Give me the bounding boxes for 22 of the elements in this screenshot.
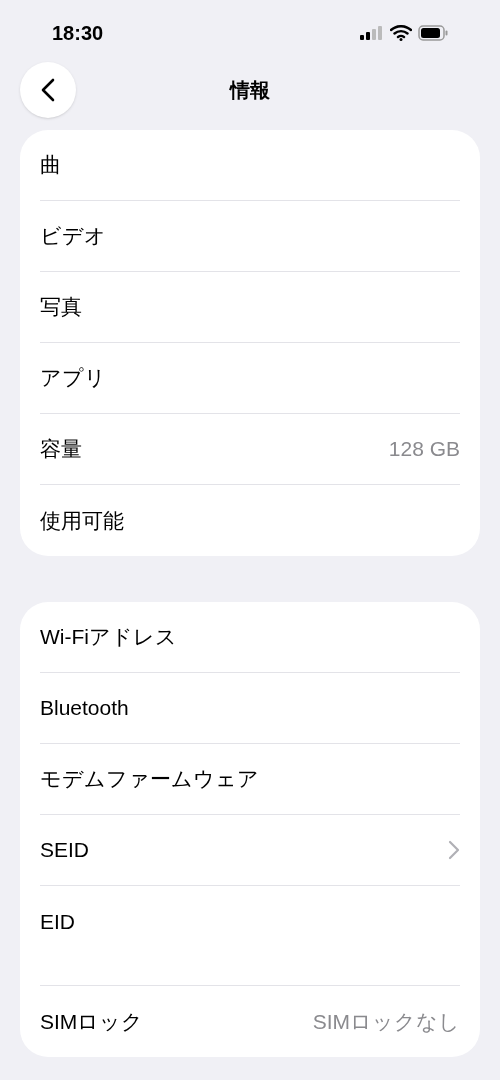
back-icon <box>41 78 55 102</box>
row-label: 曲 <box>40 152 61 179</box>
row-label: モデムファームウェア <box>40 766 259 793</box>
status-time: 18:30 <box>52 21 104 46</box>
row-label: アプリ <box>40 365 106 392</box>
back-button[interactable] <box>20 62 76 118</box>
row-label: 写真 <box>40 294 82 321</box>
battery-icon <box>418 25 448 41</box>
signal-icon <box>360 26 384 40</box>
row-label: SEID <box>40 837 89 864</box>
row-label: EID <box>40 909 75 935</box>
wifi-icon <box>390 25 412 41</box>
row-label: 容量 <box>40 436 82 463</box>
row-value: 128 GB <box>388 436 460 463</box>
row-label: Wi-Fiアドレス <box>40 624 177 651</box>
chevron-icon <box>448 840 460 860</box>
row-label: SIMロック <box>40 1008 144 1035</box>
row-label: 使用可能 <box>40 507 124 534</box>
row-label: Bluetooth <box>40 695 129 722</box>
row-value: SIMロックなし <box>312 1008 460 1035</box>
nav-title: 情報 <box>230 78 270 103</box>
row-label: ビデオ <box>40 223 106 250</box>
